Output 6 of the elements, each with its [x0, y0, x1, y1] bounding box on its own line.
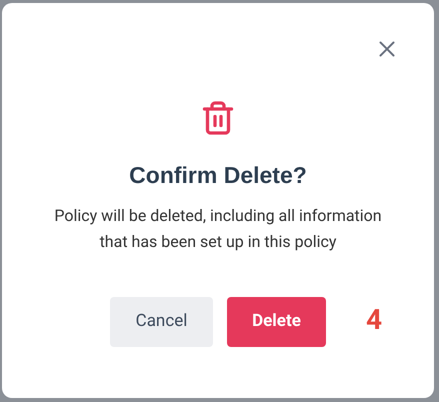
dialog-title: Confirm Delete?: [129, 161, 307, 190]
delete-button[interactable]: Delete: [227, 296, 326, 346]
trash-icon: [200, 100, 236, 136]
dialog-message: Policy will be deleted, including all information that has been set up in this policy: [53, 204, 383, 252]
cancel-button[interactable]: Cancel: [110, 296, 213, 346]
step-marker: 4: [366, 302, 382, 338]
